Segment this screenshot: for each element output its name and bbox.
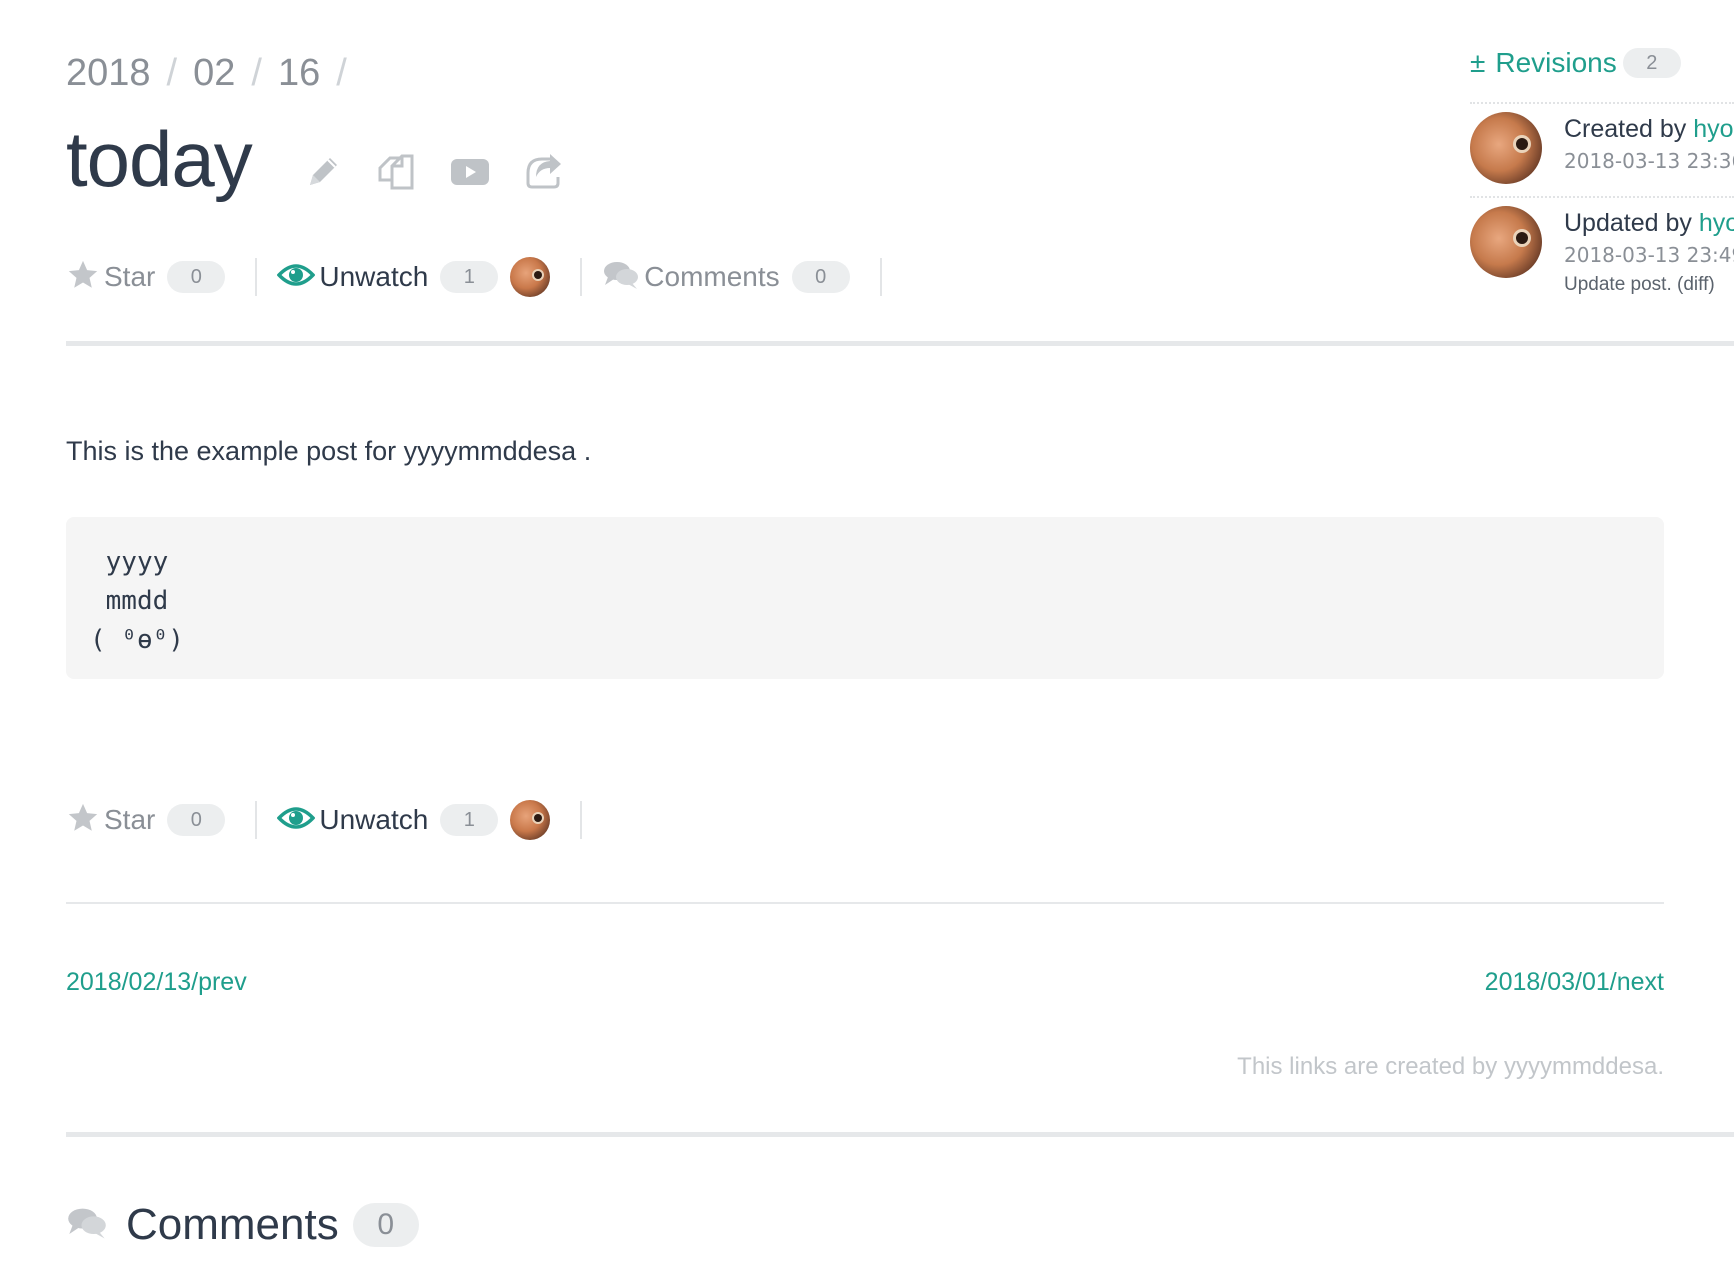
breadcrumb: 2018 / 02 / 16 /	[66, 52, 363, 95]
divider	[580, 258, 583, 296]
revisions-title: Revisions	[1495, 47, 1617, 78]
unwatch-label: Unwatch	[319, 804, 429, 835]
comments-count: 0	[791, 261, 850, 293]
share-icon[interactable]	[524, 153, 564, 191]
star-count: 0	[167, 804, 226, 836]
revision-action: Created by	[1564, 115, 1687, 143]
code-block: yyyy mmdd ( ⁰ɵ⁰)	[66, 517, 1664, 679]
revision-message[interactable]: Update post. (diff)	[1564, 270, 1734, 300]
post-intro: This is the example post for yyyymmddesa…	[66, 436, 592, 466]
eye-icon	[276, 804, 316, 837]
watcher-avatar[interactable]	[510, 800, 551, 840]
post-page: 2018 / 02 / 16 / today Star 0 Unwatch 1 …	[0, 0, 1734, 1280]
revisions-count: 2	[1622, 48, 1681, 78]
watch-count: 1	[440, 261, 499, 293]
action-bar-bottom: Star 0 Unwatch 1	[66, 795, 602, 845]
divider	[580, 801, 583, 839]
unwatch-button[interactable]: Unwatch 1	[276, 257, 499, 297]
unwatch-label: Unwatch	[319, 261, 429, 292]
copy-icon[interactable]	[376, 152, 416, 192]
unwatch-button[interactable]: Unwatch 1	[276, 800, 499, 840]
nav-note: This links are created by yyyymmddesa.	[1237, 1053, 1664, 1080]
star-button[interactable]: Star 0	[66, 800, 226, 840]
header-divider	[66, 341, 1734, 346]
revision-user-link[interactable]: hyo	[1693, 115, 1733, 143]
breadcrumb-separator: /	[251, 52, 262, 94]
comments-heading-count: 0	[352, 1203, 419, 1247]
avatar[interactable]	[1470, 112, 1542, 184]
pencil-icon[interactable]	[304, 153, 342, 191]
eye-icon	[276, 261, 316, 294]
breadcrumb-separator: /	[336, 52, 347, 94]
star-count: 0	[167, 261, 226, 293]
comments-button[interactable]: Comments 0	[602, 257, 850, 297]
star-label: Star	[104, 804, 156, 835]
comments-icon	[66, 1205, 108, 1246]
comments-heading: Comments 0	[66, 1200, 419, 1250]
revisions-header[interactable]: ± Revisions 2	[1470, 42, 1734, 84]
next-post-link[interactable]: 2018/03/01/next	[1485, 968, 1664, 997]
star-icon	[66, 258, 100, 297]
revision-time: 2018-03-13 23:36	[1564, 149, 1734, 173]
title-row: today	[66, 120, 564, 198]
watch-count: 1	[440, 804, 499, 836]
body-divider	[66, 902, 1664, 904]
revisions-panel: ± Revisions 2 Created by hyo 2018-03-13 …	[1470, 42, 1734, 295]
slideshow-icon[interactable]	[450, 156, 490, 188]
comments-label: Comments	[644, 261, 780, 292]
divider	[255, 801, 258, 839]
avatar[interactable]	[1470, 206, 1542, 278]
star-label: Star	[104, 261, 156, 292]
breadcrumb-separator: /	[166, 52, 178, 94]
title-tools	[304, 152, 564, 192]
breadcrumb-year[interactable]: 2018	[66, 52, 151, 95]
watcher-avatar[interactable]	[510, 257, 551, 297]
page-title: today	[66, 115, 253, 203]
prev-post-link[interactable]: 2018/02/13/prev	[66, 968, 247, 997]
revision-item: Updated by hyo 2018-03-13 23:49 Update p…	[1470, 198, 1734, 295]
action-bar-top: Star 0 Unwatch 1 Comments 0	[66, 252, 902, 302]
plus-minus-icon: ±	[1470, 47, 1486, 78]
divider	[879, 258, 882, 296]
comments-heading-label: Comments	[126, 1200, 339, 1249]
comments-icon	[602, 259, 640, 296]
revision-action: Updated by	[1564, 209, 1692, 237]
star-icon	[66, 801, 100, 840]
star-button[interactable]: Star 0	[66, 257, 226, 297]
breadcrumb-month[interactable]: 02	[193, 52, 235, 95]
revision-user-link[interactable]: hyo	[1699, 209, 1734, 237]
revision-time: 2018-03-13 23:49	[1564, 243, 1734, 267]
divider	[255, 258, 258, 296]
comments-divider	[66, 1132, 1734, 1137]
breadcrumb-day[interactable]: 16	[278, 52, 320, 95]
revision-item: Created by hyo 2018-03-13 23:36	[1470, 104, 1734, 196]
